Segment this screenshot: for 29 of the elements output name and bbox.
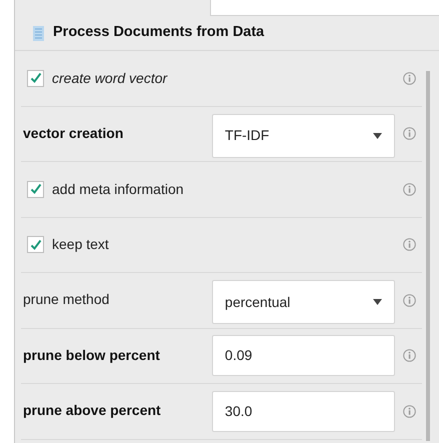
- parameter-label: create word vector: [52, 68, 168, 88]
- info-icon[interactable]: [403, 294, 416, 307]
- input-field[interactable]: 0.09: [212, 335, 395, 376]
- checkbox[interactable]: [27, 236, 44, 254]
- parameter-label: prune above percent: [23, 402, 161, 418]
- parameter-label: add meta information: [52, 180, 184, 199]
- dropdown[interactable]: TF-IDF: [212, 114, 395, 158]
- document-icon: [33, 26, 44, 40]
- parameter-label: vector creation: [23, 124, 124, 141]
- tab[interactable]: [210, 0, 439, 16]
- input-field[interactable]: 30.0: [212, 390, 395, 432]
- info-icon[interactable]: [403, 349, 416, 362]
- caret-icon: [373, 299, 382, 306]
- parameter-label: prune below percent: [23, 346, 160, 363]
- info-icon[interactable]: [403, 127, 416, 140]
- info-icon[interactable]: [403, 72, 416, 85]
- info-icon[interactable]: [403, 238, 416, 252]
- parameter-label: keep text: [52, 235, 109, 254]
- info-icon[interactable]: [403, 404, 416, 418]
- checkbox[interactable]: [27, 180, 44, 198]
- checkmark-icon: [30, 72, 42, 84]
- dropdown[interactable]: percentual: [212, 280, 395, 324]
- checkbox[interactable]: [27, 70, 44, 87]
- info-icon[interactable]: [403, 182, 416, 196]
- panel-title: Process Documents from Data: [53, 23, 264, 42]
- parameter-label: prune method: [23, 291, 110, 308]
- checkmark-icon: [30, 183, 42, 196]
- caret-icon: [373, 132, 382, 139]
- checkmark-icon: [30, 238, 42, 251]
